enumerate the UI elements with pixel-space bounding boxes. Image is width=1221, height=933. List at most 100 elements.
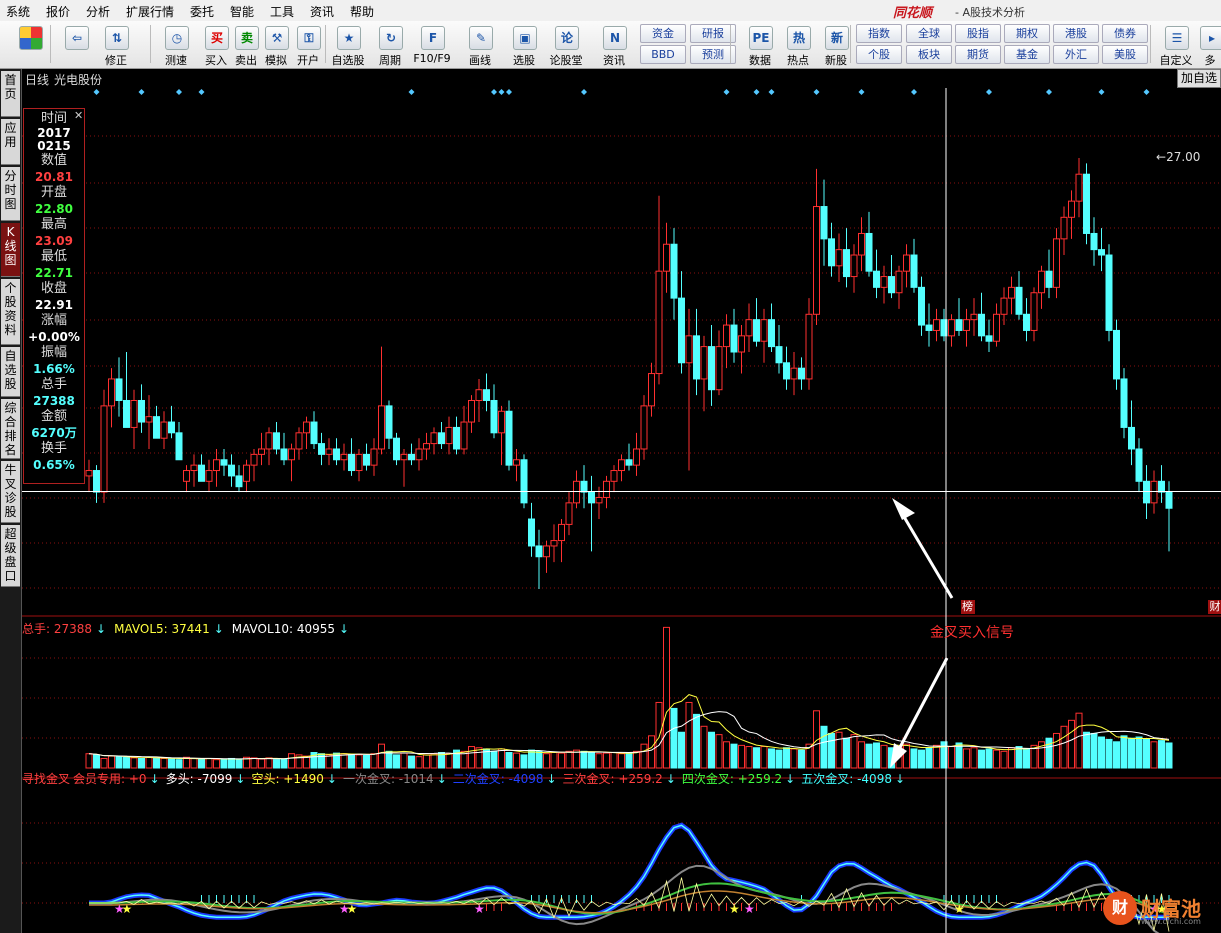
- candle: [918, 286, 925, 326]
- menu-item-3[interactable]: 扩展行情: [126, 3, 174, 20]
- sidebar-tab-0[interactable]: 首页: [1, 71, 20, 117]
- toolbar-button-19[interactable]: ▸ 多: [1200, 23, 1221, 67]
- toolbar-button-15[interactable]: PE 数据: [742, 23, 778, 67]
- toolbar-button-9[interactable]: ↻ 周期: [372, 23, 408, 67]
- volume-bar: [880, 744, 888, 769]
- toolbar-button-7[interactable]: ⚿ 开户: [290, 23, 326, 67]
- sidebar-tab-5[interactable]: 自选股: [1, 347, 20, 397]
- event-marker-cai[interactable]: 财: [1208, 600, 1221, 614]
- volume-bar: [138, 757, 145, 769]
- toolbar-button-12[interactable]: ▣ 选股: [506, 23, 542, 67]
- sidebar-tab-3[interactable]: K线图: [1, 223, 20, 277]
- candle: [138, 399, 145, 423]
- toolbar-button-2[interactable]: ⇅ 修正: [98, 23, 134, 67]
- menu-item-4[interactable]: 委托: [190, 3, 214, 20]
- signal-annotation: 金叉买入信号: [930, 625, 1014, 641]
- toolbar-button-14[interactable]: N 资讯: [596, 23, 632, 67]
- period-label[interactable]: 日线: [25, 71, 49, 88]
- candle: [843, 249, 850, 278]
- volume-bar: [123, 756, 130, 769]
- quick-button-11[interactable]: 基金: [1004, 45, 1050, 64]
- volume-bar: [1150, 741, 1158, 769]
- event-marker-bang[interactable]: 榜: [960, 600, 975, 614]
- chart-area[interactable]: ★★ ★★ ★ ★ ★ ★ ★★: [22, 88, 1221, 933]
- volume-bar: [760, 746, 768, 769]
- toolbar-button-16[interactable]: 热热点: [780, 23, 816, 67]
- volume-bar: [903, 743, 910, 769]
- signal-diamond-icon: [93, 89, 100, 95]
- sidebar-tab-7[interactable]: 牛叉诊股: [1, 461, 20, 523]
- quick-button-5[interactable]: 个股: [856, 45, 902, 64]
- volume-bar: [355, 754, 363, 769]
- volume-bar: [220, 758, 228, 769]
- quick-button-15[interactable]: 美股: [1102, 45, 1148, 64]
- brand-logo: 同花顺: [893, 6, 933, 21]
- volume-bar: [393, 754, 400, 769]
- quick-button-12[interactable]: 港股: [1053, 24, 1099, 43]
- candle: [528, 518, 535, 547]
- candle: [985, 335, 993, 342]
- candle: [310, 421, 318, 445]
- candle: [1165, 491, 1173, 509]
- sidebar-tab-label: 分时图: [4, 169, 17, 211]
- sidebar-tab-4[interactable]: 个股资料: [1, 279, 20, 345]
- menu-item-5[interactable]: 智能: [230, 3, 254, 20]
- toolbar-button-13[interactable]: 论论股堂: [548, 23, 584, 67]
- volume-bar: [505, 752, 513, 769]
- quick-button-14[interactable]: 债券: [1102, 24, 1148, 43]
- quick-button-10[interactable]: 期权: [1004, 24, 1050, 43]
- quick-button-0[interactable]: 资金: [640, 24, 686, 43]
- candle: [865, 232, 873, 272]
- sidebar-tab-1[interactable]: 应用: [1, 119, 20, 165]
- quick-button-4[interactable]: 指数: [856, 24, 902, 43]
- quick-button-13[interactable]: 外汇: [1053, 45, 1099, 64]
- volume-bar: [423, 754, 430, 769]
- menu-item-1[interactable]: 报价: [46, 3, 70, 20]
- info-value: 22.91: [35, 298, 73, 312]
- menu-item-2[interactable]: 分析: [86, 3, 110, 20]
- menu-item-6[interactable]: 工具: [270, 3, 294, 20]
- candle: [1113, 329, 1120, 380]
- menu-item-8[interactable]: 帮助: [350, 3, 374, 20]
- sidebar-tab-2[interactable]: 分时图: [1, 167, 20, 221]
- toolbar-button-8[interactable]: ★ 自选股: [330, 23, 366, 67]
- quick-button-9[interactable]: 期货: [955, 45, 1001, 64]
- menu-item-0[interactable]: 系统: [6, 3, 30, 20]
- info-label: 收盘: [40, 281, 67, 296]
- volume-bar: [558, 752, 565, 769]
- volume-bar: [565, 750, 573, 769]
- toolbar-button-label: 多: [1204, 54, 1216, 67]
- candle: [85, 470, 93, 477]
- toolbar-button-18[interactable]: ☰ 自定义: [1158, 23, 1194, 67]
- down-arrow-icon: ↓: [436, 772, 447, 786]
- sidebar-tab-6[interactable]: 综合排名: [1, 399, 20, 459]
- quick-button-6[interactable]: 全球: [906, 24, 952, 43]
- sidebar-tab-label: K线图: [4, 225, 17, 267]
- toolbar-button-1[interactable]: ⇦: [58, 23, 94, 66]
- indicator-legend-item: 五次金叉: -4098: [801, 772, 892, 786]
- volume-bar: [273, 759, 280, 769]
- volume-bar: [910, 748, 918, 769]
- down-arrow-icon: ↓: [785, 772, 796, 786]
- quick-button-1[interactable]: BBD: [640, 45, 686, 64]
- toolbar-button-10[interactable]: F F10/F9: [413, 23, 451, 66]
- signal-diamond-icon: [986, 89, 992, 95]
- toolbar-button-0[interactable]: [12, 23, 48, 66]
- golden-cross-star-icon: ★: [122, 902, 133, 916]
- toolbar-button-11[interactable]: ✎ 画线: [462, 23, 498, 67]
- quick-button-7[interactable]: 板块: [906, 45, 952, 64]
- volume-bar: [1015, 746, 1023, 769]
- add-to-watchlist-button[interactable]: 加自选: [1177, 69, 1221, 88]
- toolbar-button-3[interactable]: ◷ 测速: [158, 23, 194, 67]
- toolbar-button-17[interactable]: 新新股: [818, 23, 854, 67]
- info-label: 开盘: [40, 185, 67, 200]
- candle: [663, 243, 670, 272]
- menu-item-7[interactable]: 资讯: [310, 3, 334, 20]
- candle: [903, 254, 910, 272]
- candle: [1068, 200, 1075, 218]
- watermark: 财 财富池 www.cfchi.com: [1103, 889, 1218, 929]
- candle: [970, 313, 978, 321]
- quick-button-8[interactable]: 股指: [955, 24, 1001, 43]
- candle: [625, 459, 633, 466]
- sidebar-tab-8[interactable]: 超级盘口: [1, 525, 20, 587]
